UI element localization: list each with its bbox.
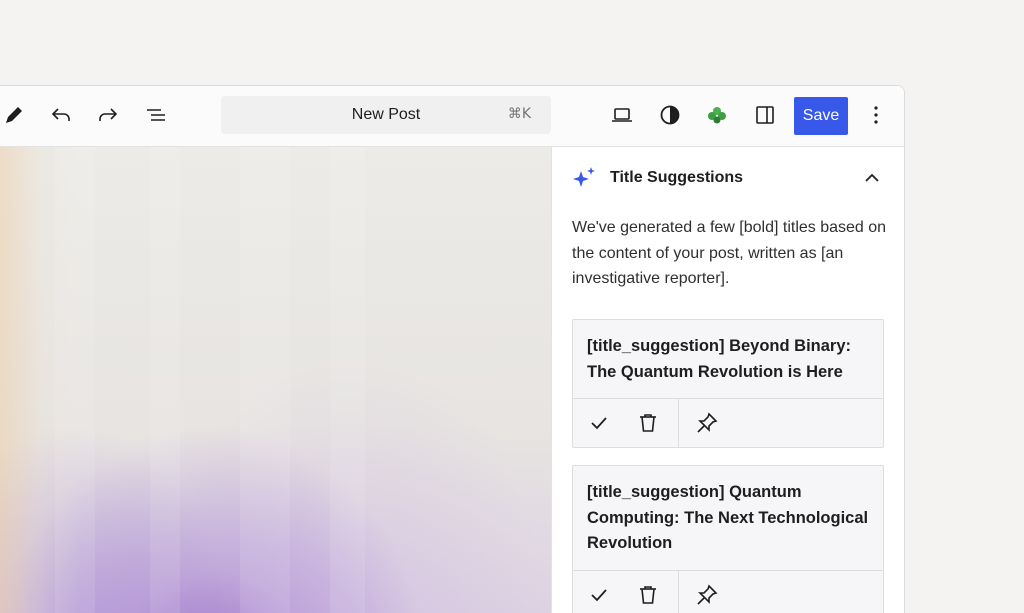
command-palette-button[interactable]: New Post ⌘K <box>221 96 551 134</box>
pin-icon[interactable] <box>695 583 719 607</box>
check-icon[interactable] <box>587 583 611 607</box>
sparkles-icon <box>572 165 598 191</box>
trash-icon[interactable] <box>636 583 660 607</box>
sidebar-toggle-icon[interactable] <box>747 97 783 133</box>
keyboard-shortcut: ⌘K <box>508 106 531 122</box>
panel-title: Title Suggestions <box>610 169 743 187</box>
suggestion-title[interactable]: [title_suggestion] Beyond Binary: The Qu… <box>573 320 883 398</box>
save-button[interactable]: Save <box>794 97 848 135</box>
suggestion-card: [title_suggestion] Quantum Computing: Th… <box>572 465 884 613</box>
suggestion-title[interactable]: [title_suggestion] Quantum Computing: Th… <box>573 466 883 570</box>
plugin-leaf-icon[interactable] <box>699 97 735 133</box>
contrast-icon[interactable] <box>652 97 688 133</box>
list-view-icon[interactable] <box>138 97 174 133</box>
suggestion-actions <box>573 570 883 613</box>
check-icon[interactable] <box>587 411 611 435</box>
editor-window: New Post ⌘K Save Tit <box>0 85 905 613</box>
settings-sidebar: Title Suggestions We've generated a few … <box>551 147 905 613</box>
editor-canvas[interactable] <box>0 147 551 613</box>
canvas-texture <box>330 147 365 613</box>
post-title-label: New Post <box>352 106 420 124</box>
suggestion-actions <box>573 398 883 447</box>
pencil-icon[interactable] <box>0 97 32 133</box>
trash-icon[interactable] <box>636 411 660 435</box>
panel-description: We've generated a few [bold] titles base… <box>572 215 890 292</box>
pin-icon[interactable] <box>695 411 719 435</box>
canvas-texture <box>150 147 180 613</box>
undo-icon[interactable] <box>43 97 79 133</box>
chevron-up-icon[interactable] <box>860 166 884 190</box>
more-options-icon[interactable] <box>858 97 894 133</box>
redo-icon[interactable] <box>90 97 126 133</box>
action-divider <box>678 571 679 613</box>
panel-header[interactable]: Title Suggestions <box>572 161 884 195</box>
canvas-texture <box>240 147 290 613</box>
canvas-texture <box>55 147 95 613</box>
action-divider <box>678 399 679 447</box>
desktop-preview-icon[interactable] <box>604 97 640 133</box>
suggestion-card: [title_suggestion] Beyond Binary: The Qu… <box>572 319 884 448</box>
editor-toolbar: New Post ⌘K Save <box>0 86 904 147</box>
